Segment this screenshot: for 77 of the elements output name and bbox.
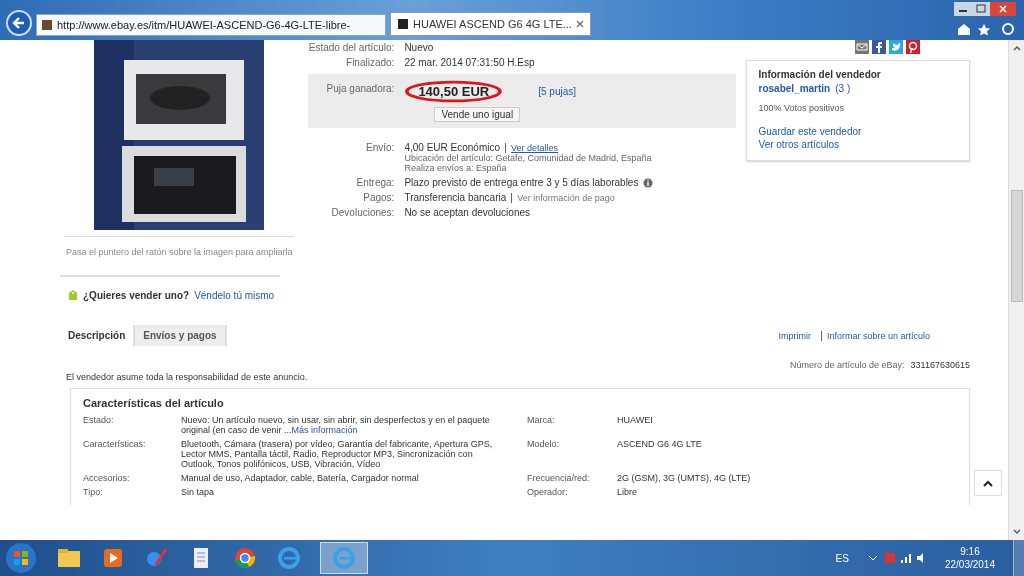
photo-caption: Pasa el puntero del ratón sobre la imagen para ampliarla [65,247,293,257]
specific-value: HUAWEI [617,415,654,427]
bids-link[interactable]: [5 pujas] [538,86,577,97]
back-button[interactable] [6,10,32,36]
detail-value: Plazo previsto de entrega entre 3 y 5 días laborables [404,177,639,188]
facebook-icon[interactable] [872,40,886,54]
clock[interactable]: 9:16 22/03/2014 [944,545,995,571]
sell-link[interactable]: Véndelo tú mismo [194,289,275,301]
email-icon[interactable] [855,40,869,54]
feedback-score-link[interactable]: (3 ) [835,83,851,94]
address-field[interactable]: http://www.ebay.es/itm/HUAWEI-ASCEND-G6-4G-LTE-libre- [36,14,386,36]
specifics-title: Características del artículo [83,397,225,409]
detail-value: Nuevo [404,42,434,53]
scroll-up-icon[interactable] [1011,44,1022,52]
specific-value: Sin tapa [181,487,216,497]
detail-value: No se aceptan devoluciones [404,207,531,218]
specific-label: Estado: [83,415,115,427]
scrollbar[interactable] [1008,40,1024,540]
specific-value: ASCEND G6 4G LTE [617,439,703,451]
specific-label: Accesorios: [83,473,131,483]
chrome-icon[interactable] [232,545,258,571]
specific-label: Marca: [527,415,556,427]
detail-label: Estado del artículo: [308,42,395,53]
detail-label: Pagos: [362,192,395,203]
page-tab[interactable]: Envíos y pagos [135,325,227,346]
language-indicator[interactable]: ES [835,552,849,564]
scrollbar-thumb[interactable] [1010,190,1023,302]
seller-name-link[interactable]: rosabel_martin [758,83,831,94]
detail-label: Envío: [365,142,395,155]
specific-label: Modelo: [527,439,561,451]
specific-value: Manual de uso, Adaptador, cable, Batería, Cargador normal [181,473,420,483]
more-info-link[interactable]: Más información [291,425,358,435]
specific-label: Frecuencia/red: [527,473,591,483]
detail-label: Devoluciones: [330,207,395,218]
back-to-top-button[interactable] [974,470,1002,496]
scroll-down-icon[interactable] [1011,528,1022,536]
window-controls-icon[interactable] [954,2,1016,18]
specific-value: 2G (GSM), 3G (UMTS), 4G (LTE) [617,473,752,483]
specific-value: Nuevo: Un artículo nuevo, sin usar, sin abrir, sin desperfectos y en el paquete original (en caso de venir ...Más información [181,415,491,435]
specific-value: Libre [617,487,638,497]
detail-label: Entrega: [355,177,395,188]
seller-title: Información del vendedor [758,69,882,80]
page-icon [397,18,409,30]
sell-similar-button[interactable]: Vende uno igual [434,107,521,122]
sell-prompt: ¿Quieres vender uno? [83,289,190,301]
shipping-note: Realiza envíos a: España [404,163,508,173]
item-number: 331167630615 [910,360,970,370]
specific-label: Características: [83,439,147,451]
shipping-note: Ubicación del artículo: Getafe, Comunidad de Madrid, España [404,153,652,163]
pinterest-icon[interactable] [906,40,920,54]
internet-explorer-icon [331,545,357,571]
address-text: http://www.ebay.es/itm/HUAWEI-ASCEND-G6-4G-LTE-libre- [57,19,351,31]
detail-label: Finalizado: [345,57,395,68]
detail-value: 4,00 EUR Económico [404,142,500,153]
seller-link[interactable]: Ver otros artículos [758,139,957,150]
specific-label: Tipo: [83,487,104,497]
disclaimer-text: El vendedor asume toda la responsabilidad de este anuncio. [66,372,309,382]
action-link[interactable]: Informar sobre un artículo [820,330,930,341]
action-link[interactable]: Imprimir [778,330,811,341]
specific-value: Bluetooth, Cámara (trasera) por vídeo, Garantía del fabricante, Apertura GPS, Lector MMS, Pantalla táctil, Radio, Reproductor MP3, Sincronización con Outlook, Tonos polifónicos, USB, Vibración, Vídeo [181,439,494,469]
browser-tab[interactable]: HUAWEI ASCEND G6 4G LTE... [390,12,591,36]
close-icon[interactable] [575,20,584,28]
price-value: 140,50 EUR [418,84,490,99]
item-number-label: Número de artículo de eBay: [790,360,905,370]
caret-up-icon [982,478,994,488]
feedback-text: 100% Votos positivos [758,103,846,113]
seller-link[interactable]: Guardar este vendedor [758,126,957,137]
detail-label: Puja ganadora: [325,82,395,94]
payment-info-link[interactable]: Ver información de pago [511,192,615,203]
detail-value: 22 mar. 2014 07:31:50 H.Esp [404,57,535,68]
detail-value: Transferencia bancaria [404,192,507,203]
page-icon [41,19,53,31]
details-link[interactable]: Ver detalles [505,142,559,153]
info-icon[interactable] [643,177,654,188]
specific-label: Operador: [527,487,569,497]
tag-icon [68,289,78,301]
start-button-icon[interactable] [4,541,38,575]
